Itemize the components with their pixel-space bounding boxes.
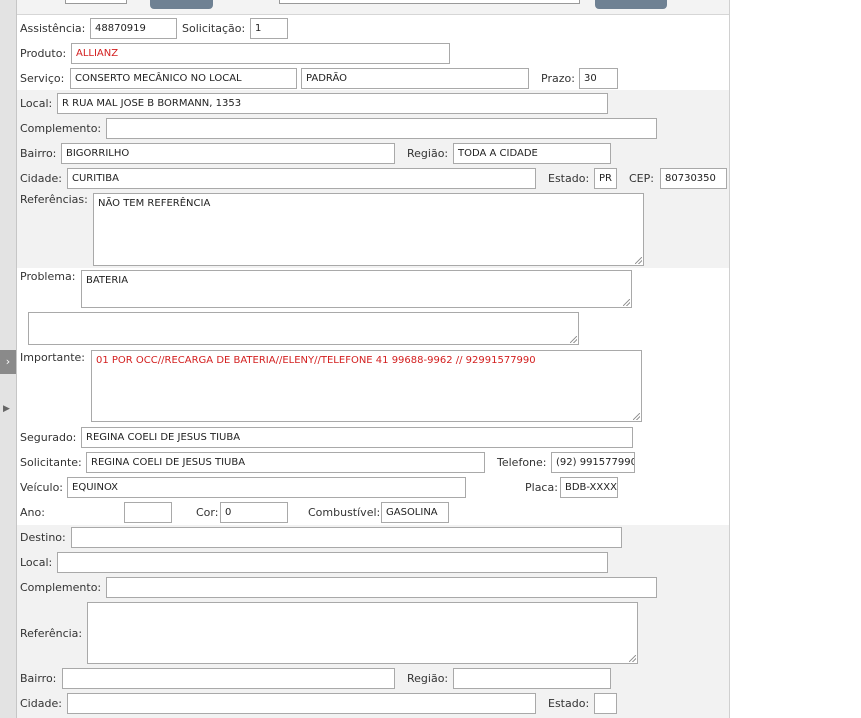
combustivel-field[interactable]: GASOLINA <box>381 502 449 523</box>
cep-field[interactable]: 80730350 <box>660 168 727 189</box>
servico-tipo-field[interactable]: PADRÃO <box>301 68 529 89</box>
segurado-label: Segurado: <box>20 431 77 444</box>
regiao-label: Região: <box>407 147 449 160</box>
problema-label: Problema: <box>20 270 76 283</box>
veiculo-label: Veículo: <box>20 481 64 494</box>
expand-panel-icon[interactable]: › <box>0 350 16 374</box>
produto-label: Produto: <box>20 47 67 60</box>
destino-label: Destino: <box>20 531 66 544</box>
assistencia-label: Assistência: <box>20 22 86 35</box>
local-field[interactable]: R RUA MAL JOSE B BORMANN, 1353 <box>57 93 608 114</box>
importante-label: Importante: <box>20 351 86 364</box>
destino-regiao-field[interactable] <box>453 668 611 689</box>
destino-referencia-textarea[interactable] <box>87 602 638 664</box>
importante-textarea[interactable]: 01 POR OCC//RECARGA DE BATERIA//ELENY//T… <box>91 350 642 422</box>
service-request-form: Assistência: 48870919 Solicitação: 1 Pro… <box>17 0 730 718</box>
destino-cidade-label: Cidade: <box>20 697 62 710</box>
toolbar-button-1[interactable] <box>150 0 213 9</box>
destino-estado-label: Estado: <box>548 697 590 710</box>
servico-field[interactable]: CONSERTO MECÂNICO NO LOCAL <box>70 68 297 89</box>
top-toolbar <box>17 0 729 15</box>
destino-estado-field[interactable] <box>594 693 617 714</box>
servico-label: Serviço: <box>20 72 65 85</box>
telefone-field[interactable]: (92) 991577990 <box>551 452 635 473</box>
cidade-field[interactable]: CURITIBA <box>67 168 536 189</box>
resize-grip-icon[interactable] <box>629 655 636 662</box>
placa-label: Placa: <box>525 481 558 494</box>
local-label: Local: <box>20 97 53 110</box>
resize-grip-icon[interactable] <box>623 299 630 306</box>
segurado-field[interactable]: REGINA COELI DE JESUS TIUBA <box>81 427 633 448</box>
problema-textarea[interactable]: BATERIA <box>81 270 632 308</box>
destino-referencia-label: Referência: <box>20 627 83 640</box>
destino-local-label: Local: <box>20 556 53 569</box>
destino-bairro-field[interactable] <box>62 668 395 689</box>
produto-field[interactable]: ALLIANZ <box>71 43 450 64</box>
importante-text: 01 POR OCC//RECARGA DE BATERIA//ELENY//T… <box>96 355 536 366</box>
bairro-label: Bairro: <box>20 147 57 160</box>
cor-label: Cor: <box>196 506 219 519</box>
prazo-field[interactable]: 30 <box>579 68 618 89</box>
cidade-label: Cidade: <box>20 172 62 185</box>
problema-text: BATERIA <box>86 275 129 286</box>
estado-label: Estado: <box>548 172 590 185</box>
top-input-center[interactable] <box>279 0 580 4</box>
combustivel-label: Combustível: <box>308 506 381 519</box>
solicitante-label: Solicitante: <box>20 456 82 469</box>
placa-field[interactable]: BDB-XXXX <box>560 477 618 498</box>
bairro-field[interactable]: BIGORRILHO <box>61 143 395 164</box>
referencias-label: Referências: <box>20 193 88 206</box>
resize-grip-icon[interactable] <box>633 413 640 420</box>
veiculo-field[interactable]: EQUINOX <box>67 477 466 498</box>
destino-complemento-label: Complemento: <box>20 581 102 594</box>
referencias-textarea[interactable]: NÃO TEM REFERÊNCIA <box>93 193 644 266</box>
resize-grip-icon[interactable] <box>570 336 577 343</box>
cor-field[interactable]: 0 <box>220 502 288 523</box>
referencias-text: NÃO TEM REFERÊNCIA <box>98 198 211 209</box>
prazo-label: Prazo: <box>541 72 575 85</box>
assistencia-field[interactable]: 48870919 <box>90 18 177 39</box>
destino-local-field[interactable] <box>57 552 608 573</box>
solicitante-field[interactable]: REGINA COELI DE JESUS TIUBA <box>86 452 485 473</box>
problema-extra-textarea[interactable] <box>28 312 579 345</box>
ano-label: Ano: <box>20 506 45 519</box>
destino-regiao-label: Região: <box>407 672 449 685</box>
telefone-label: Telefone: <box>497 456 547 469</box>
estado-field[interactable]: PR <box>594 168 617 189</box>
toolbar-button-2[interactable] <box>595 0 667 9</box>
play-arrow-icon[interactable]: ▶ <box>3 402 13 416</box>
complemento-field[interactable] <box>106 118 657 139</box>
left-sidebar: › ▶ <box>0 0 17 718</box>
complemento-label: Complemento: <box>20 122 102 135</box>
solicitacao-field[interactable]: 1 <box>250 18 288 39</box>
cep-label: CEP: <box>629 172 654 185</box>
top-input-left[interactable] <box>65 0 127 4</box>
resize-grip-icon[interactable] <box>635 257 642 264</box>
regiao-field[interactable]: TODA A CIDADE <box>453 143 611 164</box>
destino-complemento-field[interactable] <box>106 577 657 598</box>
destino-cidade-field[interactable] <box>67 693 536 714</box>
destino-bairro-label: Bairro: <box>20 672 57 685</box>
solicitacao-label: Solicitação: <box>182 22 246 35</box>
destino-field[interactable] <box>71 527 622 548</box>
ano-field[interactable] <box>124 502 172 523</box>
